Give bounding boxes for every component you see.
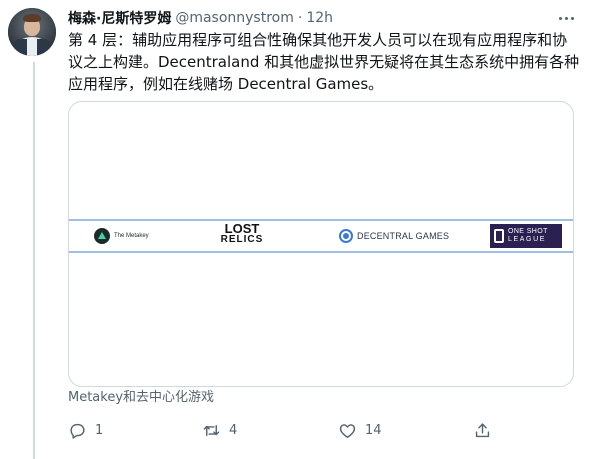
- timestamp[interactable]: 12h: [306, 10, 333, 26]
- separator-dot: ·: [297, 10, 303, 26]
- like-count: 14: [365, 422, 382, 438]
- media-card[interactable]: The Metakey LOST RELICS DECENTRAL GAMES …: [68, 101, 574, 387]
- thread-line: [33, 62, 35, 459]
- one-shot-logo-line1: ONE SHOT: [508, 228, 548, 235]
- reply-button[interactable]: 1: [68, 418, 103, 442]
- metakey-logo-text: The Metakey: [114, 233, 149, 239]
- like-button[interactable]: 14: [338, 418, 382, 442]
- retweet-button[interactable]: 4: [202, 418, 237, 442]
- avatar[interactable]: [8, 8, 56, 56]
- tweet-text-line: 议之上构建。Decentraland 和其他虚拟世界无疑将在其生态系统中拥有各种: [68, 53, 580, 71]
- like-icon: [339, 423, 356, 438]
- tweet-header: 梅森·尼斯特罗姆 @masonnystrom · 12h: [68, 8, 333, 28]
- tweet-text: 第 4 层：辅助应用程序可组合性确保其他开发人员可以在现有应用程序和协 议之上构…: [68, 29, 580, 95]
- decentral-games-logo-text: DECENTRAL GAMES: [357, 231, 450, 241]
- user-handle[interactable]: @masonnystrom: [175, 10, 294, 26]
- decentral-games-icon: [339, 229, 353, 243]
- media-caption: Metakey和去中心化游戏: [68, 390, 215, 405]
- decentral-games-logo: DECENTRAL GAMES: [339, 229, 449, 243]
- one-shot-league-logo: ONE SHOT LEAGUE: [490, 224, 562, 248]
- logo-banner: The Metakey LOST RELICS DECENTRAL GAMES …: [69, 219, 573, 253]
- reply-icon: [70, 423, 85, 439]
- tweet-actions: 1 4 14: [68, 418, 498, 442]
- lost-relics-logo: LOST RELICS: [219, 221, 265, 245]
- lost-relics-logo-line1: LOST: [224, 221, 260, 236]
- retweet-icon: [203, 424, 220, 436]
- tweet-text-line: 应用程序，例如在线赌场 Decentral Games。: [68, 75, 384, 93]
- display-name[interactable]: 梅森·尼斯特罗姆: [68, 8, 171, 28]
- one-shot-league-icon: [494, 229, 504, 243]
- reply-count: 1: [95, 422, 104, 438]
- share-icon: [475, 422, 490, 437]
- share-button[interactable]: [473, 418, 492, 442]
- more-options-icon[interactable]: [556, 8, 576, 28]
- lost-relics-logo-line2: RELICS: [220, 234, 264, 245]
- metakey-logo: The Metakey: [94, 228, 149, 244]
- metakey-icon: [94, 228, 110, 244]
- retweet-count: 4: [229, 422, 238, 438]
- one-shot-logo-line2: LEAGUE: [508, 236, 546, 243]
- tweet-text-line: 第 4 层：辅助应用程序可组合性确保其他开发人员可以在现有应用程序和协: [68, 31, 568, 49]
